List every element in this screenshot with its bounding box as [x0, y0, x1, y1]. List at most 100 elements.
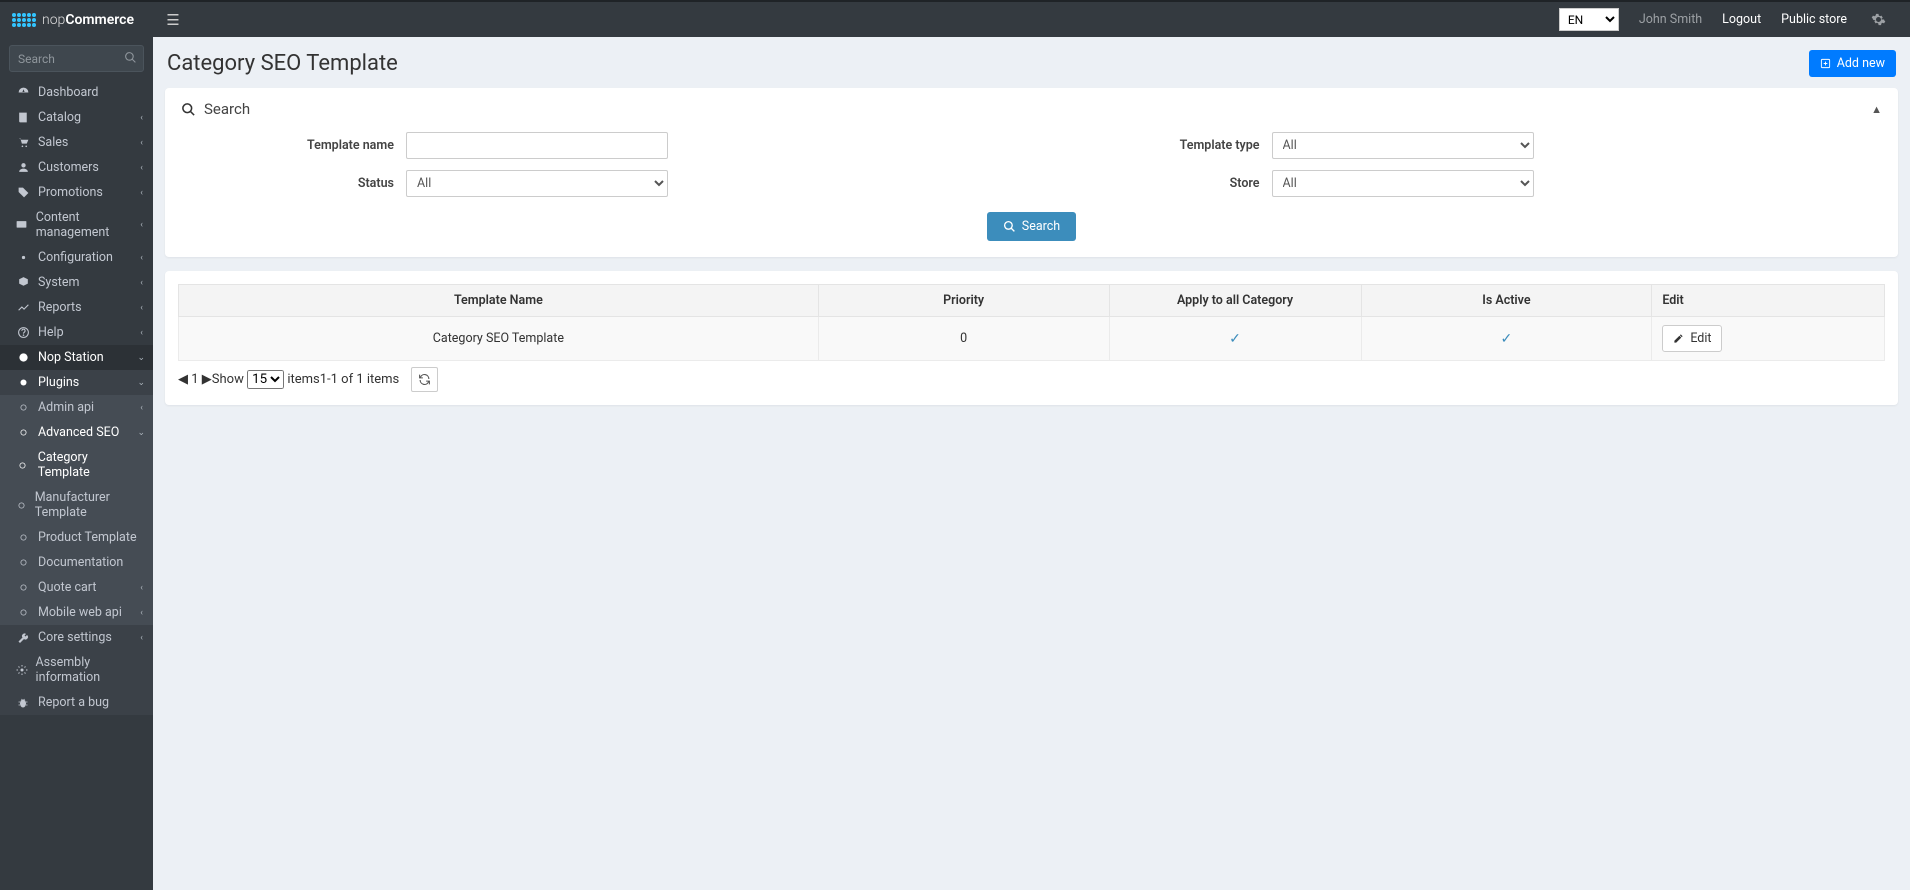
wrench-icon: [14, 632, 32, 644]
nav-report-bug[interactable]: Report a bug: [0, 690, 153, 715]
nav-quote-cart[interactable]: Quote cart‹: [0, 575, 153, 600]
col-priority: Priority: [818, 285, 1109, 317]
nav-assembly-info[interactable]: Assembly information: [0, 650, 153, 690]
refresh-button[interactable]: [411, 367, 438, 392]
cell-is-active: ✓: [1361, 317, 1652, 361]
nav-promotions[interactable]: Promotions‹: [0, 180, 153, 205]
tag-icon: [14, 186, 32, 199]
nav-sales[interactable]: Sales‹: [0, 130, 153, 155]
chevron-left-icon: ‹: [140, 278, 143, 288]
cell-apply-all: ✓: [1109, 317, 1361, 361]
tachometer-icon: [14, 86, 32, 99]
chart-icon: [14, 301, 32, 314]
page-size-select[interactable]: 15: [247, 370, 284, 389]
nav-configuration[interactable]: Configuration‹: [0, 245, 153, 270]
plus-icon: [1820, 58, 1831, 69]
store-label: Store: [1047, 176, 1272, 191]
template-name-input[interactable]: [406, 132, 668, 159]
pager-next[interactable]: ▶: [202, 372, 212, 387]
nav-reports[interactable]: Reports‹: [0, 295, 153, 320]
desktop-icon: [14, 219, 30, 232]
circle-outline-icon: [14, 608, 32, 617]
user-icon: [14, 161, 32, 174]
nav-advanced-seo[interactable]: Advanced SEO⌄: [0, 420, 153, 445]
page-title: Category SEO Template: [167, 51, 398, 76]
search-icon: [181, 102, 196, 117]
chevron-down-icon: ⌄: [137, 428, 145, 438]
cog-icon: [14, 251, 32, 264]
edit-button[interactable]: Edit: [1662, 325, 1722, 352]
search-icon: [1003, 220, 1016, 233]
nav-help[interactable]: Help‹: [0, 320, 153, 345]
nav-dashboard[interactable]: Dashboard: [0, 80, 153, 105]
nav-category-template[interactable]: Category Template: [0, 445, 153, 485]
status-label: Status: [181, 176, 406, 191]
chevron-left-icon: ‹: [140, 163, 143, 173]
chevron-left-icon: ‹: [140, 608, 143, 618]
nav-manufacturer-template[interactable]: Manufacturer Template: [0, 485, 153, 525]
template-name-label: Template name: [181, 138, 406, 153]
cart-icon: [14, 136, 32, 149]
circle-outline-icon: [14, 558, 32, 567]
chevron-left-icon: ‹: [140, 403, 143, 413]
nav-core-settings[interactable]: Core settings‹: [0, 625, 153, 650]
pager-prev[interactable]: ◀: [178, 372, 188, 387]
chevron-left-icon: ‹: [140, 188, 143, 198]
collapse-toggle[interactable]: ▲: [1871, 103, 1882, 116]
nav-system[interactable]: System‹: [0, 270, 153, 295]
chevron-left-icon: ‹: [140, 328, 143, 338]
search-button[interactable]: Search: [987, 212, 1076, 241]
check-icon: ✓: [1229, 331, 1241, 347]
help-icon: [14, 326, 32, 339]
nav-catalog[interactable]: Catalog‹: [0, 105, 153, 130]
sidebar-toggle[interactable]: ☰: [153, 11, 193, 29]
pager-info: 1-1 of 1 items: [320, 372, 400, 387]
chevron-left-icon: ‹: [140, 138, 143, 148]
cell-edit: Edit: [1652, 317, 1885, 361]
nav-documentation[interactable]: Documentation: [0, 550, 153, 575]
circle-outline-icon: [14, 428, 32, 437]
status-select[interactable]: All: [406, 170, 668, 197]
template-type-label: Template type: [1047, 138, 1272, 153]
show-label: Show: [212, 372, 244, 387]
circle-outline-icon: [14, 533, 32, 542]
nav-mobile-web-api[interactable]: Mobile web api‹: [0, 600, 153, 625]
search-card: Search ▲ Template name Status All: [165, 88, 1898, 257]
circle-icon: [14, 352, 32, 363]
table-row: Category SEO Template 0 ✓ ✓ Edit: [179, 317, 1885, 361]
pager-page-1[interactable]: 1: [191, 372, 198, 387]
items-label: items: [287, 372, 319, 387]
circle-outline-icon: [14, 583, 32, 592]
chevron-down-icon: ⌄: [137, 353, 145, 363]
topbar: nopCommerce ☰ EN John Smith Logout Publi…: [0, 0, 1910, 37]
nav-admin-api[interactable]: Admin api‹: [0, 395, 153, 420]
settings-icon[interactable]: [1861, 2, 1896, 37]
check-icon: ✓: [1501, 331, 1513, 347]
nav-content-management[interactable]: Content management‹: [0, 205, 153, 245]
search-card-title: Search: [204, 100, 250, 118]
logout-link[interactable]: Logout: [1712, 2, 1771, 37]
content-area: Category SEO Template Add new Search ▲ T…: [153, 37, 1910, 890]
pencil-icon: [1673, 333, 1684, 344]
store-select[interactable]: All: [1272, 170, 1534, 197]
circle-outline-icon: [14, 461, 32, 470]
nav-plugins[interactable]: Plugins⌄: [0, 370, 153, 395]
nav-customers[interactable]: Customers‹: [0, 155, 153, 180]
cell-priority: 0: [818, 317, 1109, 361]
cell-template-name: Category SEO Template: [179, 317, 819, 361]
chevron-left-icon: ‹: [140, 303, 143, 313]
add-new-button[interactable]: Add new: [1809, 50, 1896, 77]
nav-product-template[interactable]: Product Template: [0, 525, 153, 550]
nav-nop-station[interactable]: Nop Station⌄: [0, 345, 153, 370]
results-card: Template Name Priority Apply to all Cate…: [165, 271, 1898, 405]
user-name: John Smith: [1629, 2, 1712, 37]
language-select[interactable]: EN: [1559, 8, 1619, 31]
sidebar-nav: Dashboard Catalog‹ Sales‹ Customers‹ Pro…: [0, 80, 153, 715]
col-apply-all: Apply to all Category: [1109, 285, 1361, 317]
results-table: Template Name Priority Apply to all Cate…: [178, 284, 1885, 361]
logo[interactable]: nopCommerce: [0, 2, 153, 37]
public-store-link[interactable]: Public store: [1771, 2, 1857, 37]
template-type-select[interactable]: All: [1272, 132, 1534, 159]
chevron-left-icon: ‹: [140, 633, 143, 643]
chevron-left-icon: ‹: [140, 220, 143, 230]
